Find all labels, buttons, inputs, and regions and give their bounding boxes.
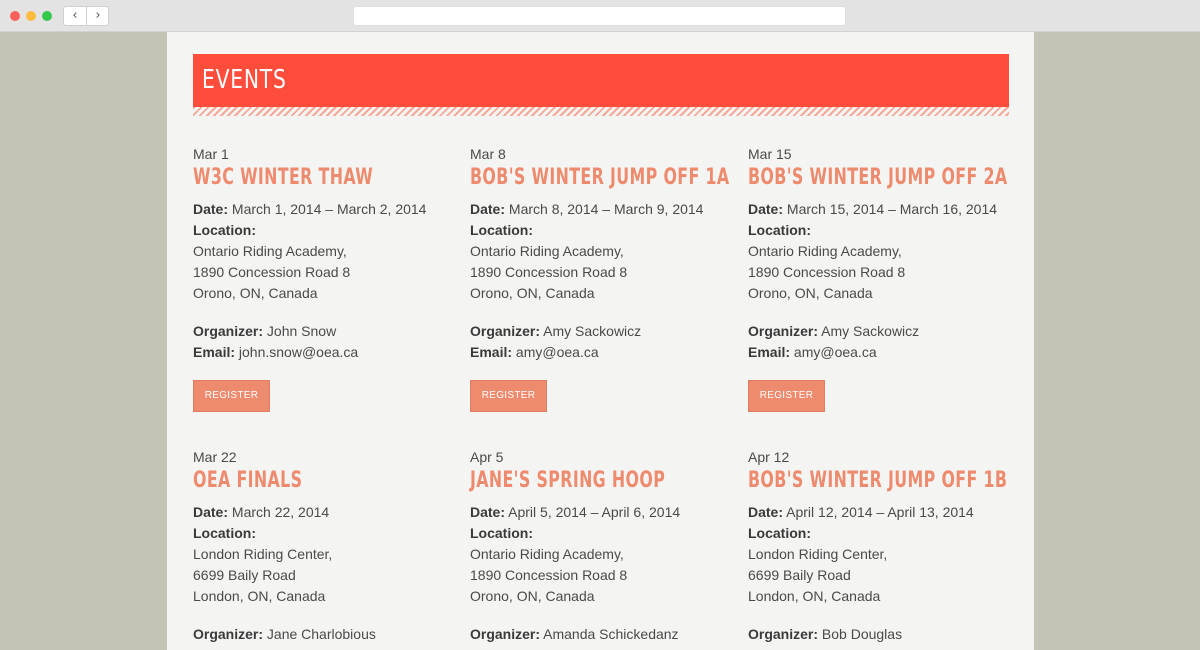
email-label: Email: bbox=[193, 344, 236, 360]
banner-hatch-divider bbox=[193, 107, 1009, 116]
event-short-date: Apr 12 bbox=[748, 449, 790, 465]
event-date-range: March 22, 2014 bbox=[231, 504, 330, 520]
location-street: 1890 Concession Road 8 bbox=[193, 264, 351, 280]
event-date-range: March 8, 2014 – March 9, 2014 bbox=[508, 201, 704, 217]
location-label: Location: bbox=[748, 222, 811, 238]
event-short-date: Mar 15 bbox=[748, 146, 792, 162]
register-button[interactable]: REGISTER bbox=[748, 380, 825, 412]
organizer-name: Amy Sackowicz bbox=[543, 323, 642, 339]
register-button[interactable]: REGISTER bbox=[193, 380, 270, 412]
event-title[interactable]: Bob's Winter Jump Off 1A bbox=[470, 166, 729, 190]
email-label: Email: bbox=[470, 344, 513, 360]
location-street: 6699 Baily Road bbox=[193, 567, 296, 583]
location-label: Location: bbox=[470, 222, 533, 238]
event-title[interactable]: Bob's Winter Jump Off 2A bbox=[748, 166, 1007, 190]
location-venue: London Riding Center, bbox=[748, 546, 888, 562]
back-arrow-icon[interactable]: ‹ bbox=[64, 7, 87, 25]
event-short-date: Mar 22 bbox=[193, 449, 237, 465]
location-city: Orono, ON, Canada bbox=[748, 285, 873, 301]
location-venue: Ontario Riding Academy, bbox=[748, 243, 902, 259]
date-label: Date: bbox=[193, 201, 229, 217]
organizer-name: Amanda Schickedanz bbox=[543, 626, 679, 642]
location-street: 1890 Concession Road 8 bbox=[470, 567, 628, 583]
event-title[interactable]: W3C Winter Thaw bbox=[193, 166, 380, 190]
event-card: Apr 12 Bob's Winter Jump Off 1B Date: Ap… bbox=[748, 448, 1008, 645]
event-short-date: Apr 5 bbox=[470, 449, 504, 465]
organizer-label: Organizer: bbox=[748, 323, 819, 339]
date-label: Date: bbox=[748, 504, 784, 520]
event-date-range: March 1, 2014 – March 2, 2014 bbox=[231, 201, 427, 217]
location-label: Location: bbox=[748, 525, 811, 541]
event-card: Mar 15 Bob's Winter Jump Off 2A Date: Ma… bbox=[748, 145, 1008, 412]
address-bar[interactable] bbox=[353, 6, 846, 26]
maximize-window-button[interactable] bbox=[42, 11, 52, 21]
location-street: 1890 Concession Road 8 bbox=[748, 264, 906, 280]
forward-arrow-icon[interactable]: › bbox=[87, 7, 109, 25]
page-title: EVENTS bbox=[202, 65, 287, 95]
event-title[interactable]: Bob's Winter Jump Off 1B bbox=[748, 469, 1007, 493]
browser-toolbar: ‹ › bbox=[0, 0, 1200, 32]
location-city: Orono, ON, Canada bbox=[193, 285, 318, 301]
location-label: Location: bbox=[470, 525, 533, 541]
location-city: Orono, ON, Canada bbox=[470, 285, 595, 301]
events-banner: EVENTS bbox=[193, 54, 1009, 107]
navigation-buttons: ‹ › bbox=[63, 6, 109, 26]
organizer-name: Amy Sackowicz bbox=[821, 323, 920, 339]
event-card: Mar 8 Bob's Winter Jump Off 1A Date: Mar… bbox=[470, 145, 730, 412]
location-venue: Ontario Riding Academy, bbox=[193, 243, 347, 259]
register-button[interactable]: REGISTER bbox=[470, 380, 547, 412]
location-venue: Ontario Riding Academy, bbox=[470, 243, 624, 259]
organizer-label: Organizer: bbox=[470, 626, 541, 642]
location-label: Location: bbox=[193, 525, 256, 541]
organizer-email[interactable]: john.snow@oea.ca bbox=[239, 344, 358, 360]
organizer-name: John Snow bbox=[266, 323, 337, 339]
date-label: Date: bbox=[193, 504, 229, 520]
organizer-email[interactable]: amy@oea.ca bbox=[794, 344, 877, 360]
event-date-range: March 15, 2014 – March 16, 2014 bbox=[786, 201, 998, 217]
date-label: Date: bbox=[470, 504, 506, 520]
location-city: London, ON, Canada bbox=[193, 588, 326, 604]
close-window-button[interactable] bbox=[10, 11, 20, 21]
location-city: London, ON, Canada bbox=[748, 588, 881, 604]
organizer-label: Organizer: bbox=[193, 323, 264, 339]
minimize-window-button[interactable] bbox=[26, 11, 36, 21]
location-venue: Ontario Riding Academy, bbox=[470, 546, 624, 562]
event-card: Apr 5 Jane's Spring Hoop Date: April 5, … bbox=[470, 448, 730, 645]
event-title[interactable]: Jane's Spring Hoop bbox=[470, 469, 665, 493]
location-street: 1890 Concession Road 8 bbox=[470, 264, 628, 280]
location-city: Orono, ON, Canada bbox=[470, 588, 595, 604]
event-title[interactable]: OEA Finals bbox=[193, 469, 380, 493]
event-short-date: Mar 8 bbox=[470, 146, 506, 162]
page-content: EVENTS Mar 1 W3C Winter Thaw Date: March… bbox=[167, 32, 1034, 650]
organizer-name: Bob Douglas bbox=[821, 626, 903, 642]
location-venue: London Riding Center, bbox=[193, 546, 333, 562]
location-street: 6699 Baily Road bbox=[748, 567, 851, 583]
date-label: Date: bbox=[470, 201, 506, 217]
event-card: Mar 22 OEA Finals Date: March 22, 2014 L… bbox=[193, 448, 453, 645]
event-short-date: Mar 1 bbox=[193, 146, 229, 162]
date-label: Date: bbox=[748, 201, 784, 217]
email-label: Email: bbox=[748, 344, 791, 360]
event-card: Mar 1 W3C Winter Thaw Date: March 1, 201… bbox=[193, 145, 453, 412]
organizer-email[interactable]: amy@oea.ca bbox=[516, 344, 599, 360]
organizer-label: Organizer: bbox=[193, 626, 264, 642]
organizer-label: Organizer: bbox=[470, 323, 541, 339]
location-label: Location: bbox=[193, 222, 256, 238]
organizer-label: Organizer: bbox=[748, 626, 819, 642]
event-date-range: April 5, 2014 – April 6, 2014 bbox=[508, 504, 681, 520]
event-date-range: April 12, 2014 – April 13, 2014 bbox=[786, 504, 974, 520]
organizer-name: Jane Charlobious bbox=[266, 626, 376, 642]
